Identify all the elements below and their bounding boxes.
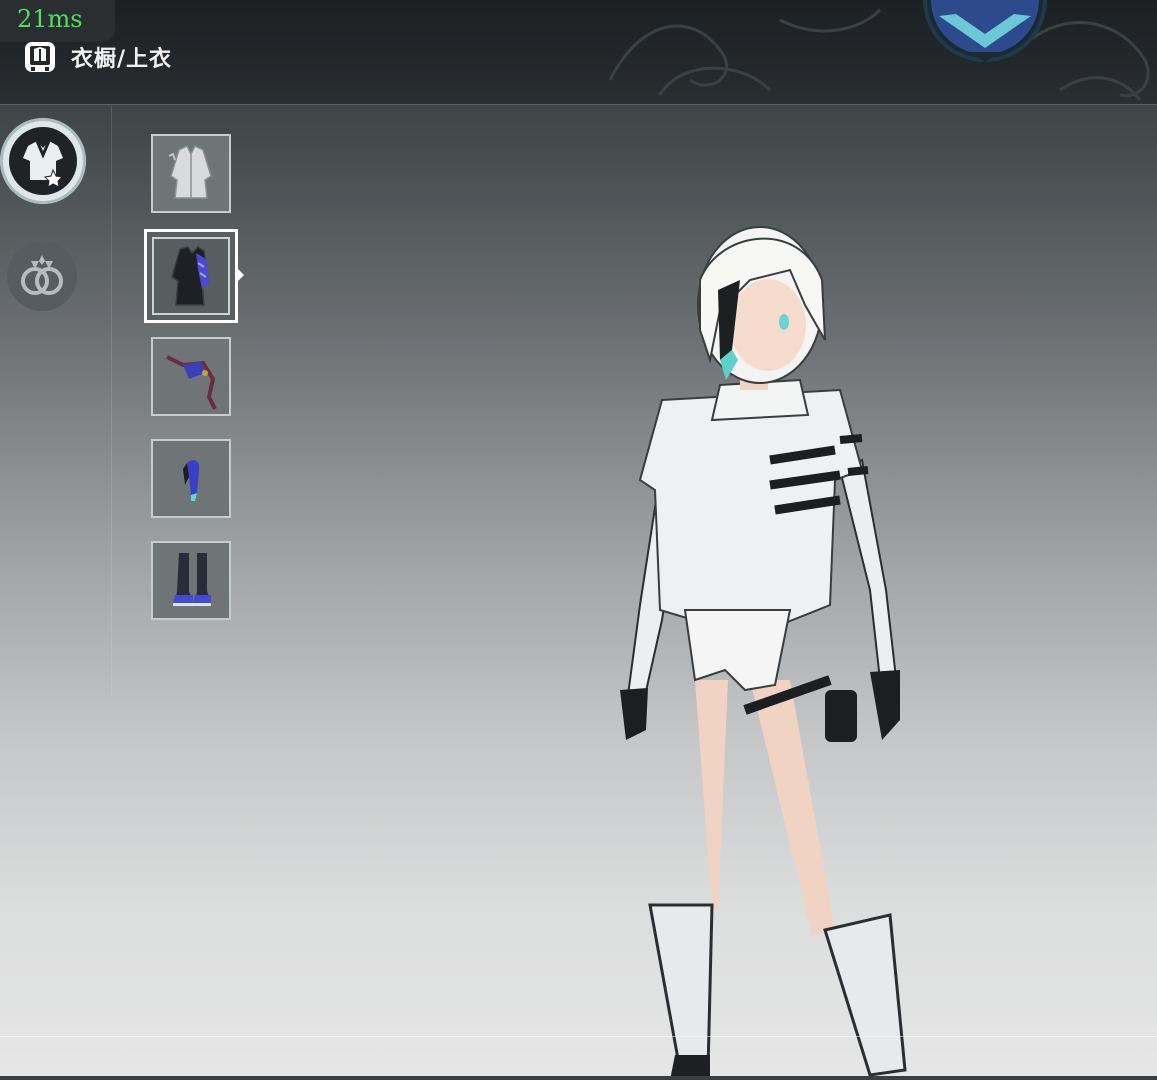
wardrobe-icon — [25, 42, 55, 72]
white-coat-icon — [168, 144, 212, 199]
blue-hairpiece-icon — [183, 460, 200, 501]
selected-slot-frame — [152, 237, 230, 315]
outfit-slot-hairpiece[interactable] — [151, 439, 231, 518]
outfit-slot-sash[interactable] — [151, 337, 231, 416]
outfit-slot-boots[interactable] — [151, 541, 231, 620]
header-ornament — [608, 8, 1150, 101]
category-tops-button[interactable] — [0, 118, 86, 204]
page-title: 衣橱/上衣 — [71, 47, 173, 72]
character-model — [620, 226, 907, 1080]
emblem-icon — [923, 0, 1047, 62]
boots-icon — [173, 553, 211, 606]
shirt-icon — [9, 127, 77, 195]
sash-accessory-icon — [166, 355, 217, 410]
latency-readout: 21ms — [0, 0, 115, 42]
breadcrumb: 衣橱/上衣 — [22, 38, 172, 76]
floor-line — [0, 1036, 1157, 1037]
selection-pointer — [238, 269, 244, 281]
black-jacket-icon — [171, 246, 210, 306]
rings-icon — [21, 255, 63, 295]
bottom-edge — [0, 1076, 1157, 1080]
category-accessories-button[interactable] — [7, 241, 77, 311]
outfit-slot-coat[interactable] — [151, 134, 231, 213]
outfit-slot-jacket[interactable] — [144, 229, 238, 323]
top-bar — [0, 0, 1157, 105]
sidebar-divider — [111, 105, 112, 695]
